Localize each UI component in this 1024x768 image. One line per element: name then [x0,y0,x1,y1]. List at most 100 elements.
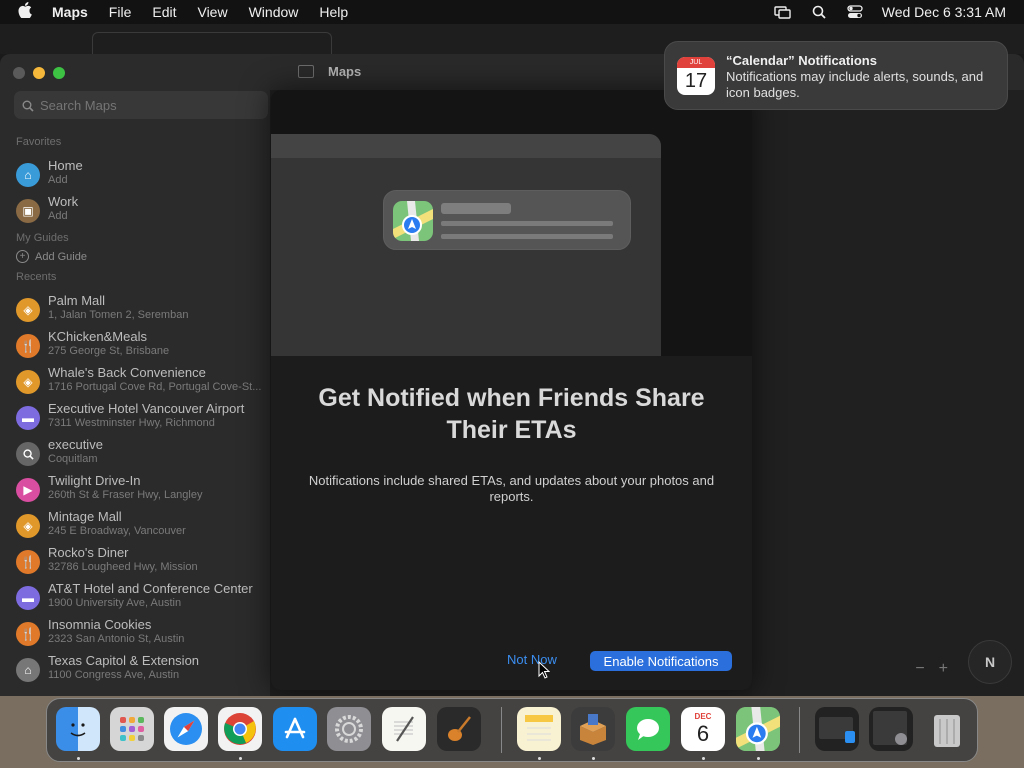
calendar-dock-day: 6 [696,721,710,746]
close-button[interactable] [13,67,25,79]
sidebar-toggle-icon[interactable] [298,65,314,78]
menu-clock[interactable]: Wed Dec 6 3:31 AM [882,4,1006,20]
window-title: Maps [328,64,362,79]
favorite-name: Work [48,194,79,209]
trash-icon[interactable] [925,707,969,751]
zoom-in-button[interactable]: + [939,660,948,678]
bed-icon: ▬ [16,406,40,430]
recent-name: Whale's Back Convenience [48,365,206,380]
calendar-dock-icon[interactable]: DEC 6 [681,707,725,751]
recent-item[interactable]: executive Coquitlam [16,437,268,473]
recent-name: Texas Capitol & Extension [48,653,200,668]
recent-name: executive [48,437,103,452]
system-settings-icon[interactable] [327,707,371,751]
minimized-window-icon[interactable] [869,707,913,751]
recent-item[interactable]: ▬ Executive Hotel Vancouver Airport 7311… [16,401,268,437]
favorite-home[interactable]: ⌂ Home Add [16,158,268,194]
zoom-button[interactable] [53,67,65,79]
screen-mirroring-icon[interactable] [774,5,792,19]
garageband-icon[interactable] [437,707,481,751]
add-guide-button[interactable]: + Add Guide [16,250,87,263]
search-field[interactable] [14,91,268,119]
recent-address: 275 George St, Brisbane [48,345,170,357]
recent-address: 1716 Portugal Cove Rd, Portugal Cove-St.… [48,381,262,393]
illustration-notification [383,190,631,250]
recent-address: 1100 Congress Ave, Austin [48,669,180,681]
recent-name: AT&T Hotel and Conference Center [48,581,253,596]
calendar-notification-banner[interactable]: JUL 17 “Calendar” Notifications Notifica… [664,41,1008,110]
mouse-cursor-icon [538,661,550,679]
recent-item[interactable]: 🍴 KChicken&Meals 275 George St, Brisbane [16,329,268,365]
minimize-button[interactable] [33,67,45,79]
dialog-description: Notifications include shared ETAs, and u… [308,473,715,504]
house-icon: ⌂ [16,163,40,187]
menu-app-name[interactable]: Maps [52,4,88,20]
menu-help[interactable]: Help [319,4,348,20]
recent-address: 260th St & Fraser Hwy, Langley [48,489,203,501]
app-store-icon[interactable] [273,707,317,751]
search-input[interactable] [40,97,240,113]
map-view[interactable]: − + N [752,90,1024,696]
fork-knife-icon: 🍴 [16,550,40,574]
recent-item[interactable]: 🍴 Rocko's Diner 32786 Lougheed Hwy, Miss… [16,545,268,581]
apple-menu-icon[interactable] [18,1,34,23]
illustration-screen-bar [271,134,661,158]
package-installer-icon[interactable] [571,707,615,751]
banner-title: “Calendar” Notifications [726,53,877,68]
recent-item[interactable]: ◈ Palm Mall 1, Jalan Tomen 2, Seremban [16,293,268,329]
recent-address: 32786 Lougheed Hwy, Mission [48,561,198,573]
favorite-work[interactable]: ▣ Work Add [16,194,268,230]
maps-dock-icon[interactable] [736,707,780,751]
background-tab [92,32,332,54]
fork-knife-icon: 🍴 [16,334,40,358]
textedit-icon[interactable] [382,707,426,751]
dock-separator [799,707,800,753]
recent-item[interactable]: ▶ Twilight Drive-In 260th St & Fraser Hw… [16,473,268,509]
recent-item[interactable]: 🍴 Insomnia Cookies 2323 San Antonio St, … [16,617,268,653]
recent-name: Twilight Drive-In [48,473,141,488]
compass-icon[interactable]: N [968,640,1012,684]
fork-knife-icon: 🍴 [16,622,40,646]
messages-icon[interactable] [626,707,670,751]
menu-file[interactable]: File [109,4,132,20]
favorite-sub: Add [48,210,68,222]
dock: DEC 6 [46,698,978,762]
compass-label: N [984,654,996,670]
menu-view[interactable]: View [197,4,227,20]
maps-app-icon [393,201,433,241]
recent-address: Coquitlam [48,453,98,465]
landmark-icon: ⌂ [16,658,40,682]
launchpad-icon[interactable] [110,707,154,751]
chrome-icon[interactable] [218,707,262,751]
minimized-window-icon[interactable] [815,707,859,751]
favorites-header: Favorites [16,136,62,148]
recent-name: Executive Hotel Vancouver Airport [48,401,245,416]
film-icon: ▶ [16,478,40,502]
bag-icon: ◈ [16,370,40,394]
zoom-controls: − + [915,660,948,678]
menu-bar: Maps File Edit View Window Help Wed Dec … [0,0,1024,24]
banner-body: Notifications may include alerts, sounds… [726,69,984,100]
menu-window[interactable]: Window [249,4,299,20]
finder-icon[interactable] [56,707,100,751]
favorite-sub: Add [48,174,68,186]
recent-item[interactable]: ◈ Whale's Back Convenience 1716 Portugal… [16,365,268,401]
running-indicator [592,757,595,760]
zoom-out-button[interactable]: − [915,660,924,678]
safari-icon[interactable] [164,707,208,751]
recent-item[interactable]: ⌂ Texas Capitol & Extension 1100 Congres… [16,653,268,689]
notes-icon[interactable] [517,707,561,751]
recent-item[interactable]: ◈ Mintage Mall 245 E Broadway, Vancouver [16,509,268,545]
menu-edit[interactable]: Edit [152,4,176,20]
spotlight-search-icon[interactable] [810,5,828,19]
recent-item[interactable]: ▬ AT&T Hotel and Conference Center 1900 … [16,581,268,617]
dialog-illustration [271,90,752,356]
control-center-icon[interactable] [846,5,864,19]
briefcase-icon: ▣ [16,199,40,223]
running-indicator [77,757,80,760]
dialog-title: Get Notified when Friends Share Their ET… [318,384,705,444]
enable-notifications-button[interactable]: Enable Notifications [590,651,732,671]
dock-separator [501,707,502,753]
guides-header: My Guides [16,232,69,244]
calendar-app-icon: JUL 17 [677,57,715,95]
